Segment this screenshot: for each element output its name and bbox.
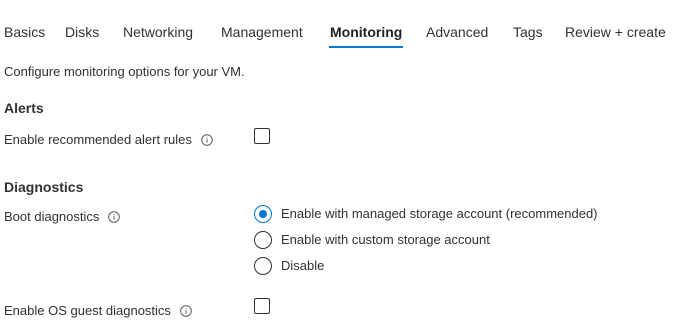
recommended-alerts-label-text: Enable recommended alert rules [4,132,192,147]
boot-option-disable-label: Disable [281,258,325,273]
intro-text: Configure monitoring options for your VM… [4,64,245,79]
recommended-alerts-checkbox[interactable] [254,128,270,144]
tab-management[interactable]: Management [221,18,303,46]
info-icon[interactable] [108,211,121,223]
os-guest-diagnostics-checkbox[interactable] [254,298,270,314]
tab-review-create[interactable]: Review + create [565,18,666,46]
tab-basics[interactable]: Basics [4,18,45,46]
tab-disks[interactable]: Disks [65,18,99,46]
recommended-alerts-label: Enable recommended alert rules [4,131,213,149]
radio-button[interactable] [254,231,272,249]
boot-option-managed-label: Enable with managed storage account (rec… [281,206,598,221]
active-tab-indicator [329,46,403,48]
tab-advanced[interactable]: Advanced [426,18,488,46]
tab-monitoring[interactable]: Monitoring [330,18,402,46]
boot-option-managed[interactable]: Enable with managed storage account (rec… [254,205,598,223]
boot-option-disable[interactable]: Disable [254,257,324,275]
radio-button-selected[interactable] [254,205,272,223]
radio-button[interactable] [254,257,272,275]
os-guest-diagnostics-label: Enable OS guest diagnostics [4,302,192,320]
boot-option-custom-label: Enable with custom storage account [281,232,490,247]
tab-tags[interactable]: Tags [513,18,543,46]
tab-bar: Basics Disks Networking Management Monit… [0,18,676,48]
boot-option-custom[interactable]: Enable with custom storage account [254,231,490,249]
info-icon[interactable] [180,305,192,317]
os-guest-diagnostics-label-text: Enable OS guest diagnostics [4,303,171,318]
diagnostics-section-title: Diagnostics [4,179,84,195]
info-icon[interactable] [201,134,213,146]
vm-monitoring-page: Basics Disks Networking Management Monit… [0,0,676,332]
tab-networking[interactable]: Networking [123,18,193,46]
boot-diagnostics-label-text: Boot diagnostics [4,209,100,224]
boot-diagnostics-label: Boot diagnostics [4,208,121,226]
alerts-section-title: Alerts [4,100,44,116]
